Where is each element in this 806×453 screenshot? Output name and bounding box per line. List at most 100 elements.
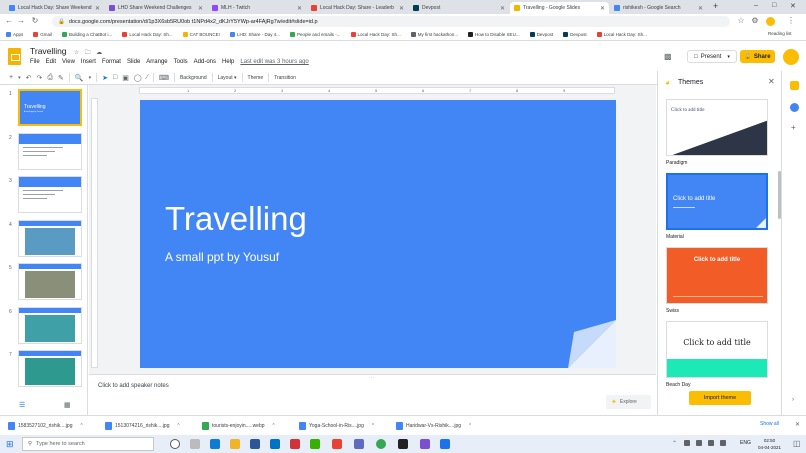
speaker-notes[interactable]: ⋯ Click to add speaker notes ✦ Explore (89, 374, 656, 409)
tray-icon[interactable] (696, 440, 702, 446)
slide-thumbnail[interactable]: Travelling A small ppt by Yousuf (18, 89, 82, 126)
filmstrip-view-icon[interactable]: ☰ (19, 401, 25, 409)
chevron-down-icon[interactable]: ▾ (18, 75, 21, 81)
shape-icon[interactable]: ◯ (134, 74, 142, 82)
tray-chevron-icon[interactable]: ⌃ (672, 440, 677, 447)
slide-thumbnail-row[interactable]: 3 (0, 176, 88, 218)
transition-button[interactable]: Transition (274, 75, 296, 81)
image-icon[interactable]: ▣ (122, 74, 129, 82)
download-item[interactable]: 1583527102_rishik....jpg ⌃ (0, 421, 97, 430)
slide-thumbnail-row[interactable]: 5 (0, 263, 88, 305)
maximize-icon[interactable]: □ (772, 2, 776, 9)
keep-icon[interactable] (790, 81, 799, 90)
move-folder-icon[interactable]: 🗀 (85, 50, 91, 56)
slides-logo-icon[interactable] (8, 48, 21, 65)
bookmark-item[interactable]: CAT BOUNCE! (182, 32, 220, 37)
close-icon[interactable]: ✕ (795, 421, 800, 428)
star-icon[interactable]: ☆ (74, 50, 79, 56)
text-box-icon[interactable]: □ (113, 74, 117, 81)
print-icon[interactable]: ⎙ (47, 74, 53, 82)
paint-format-icon[interactable]: ✎ (58, 74, 64, 82)
menu-add-ons[interactable]: Add-ons (194, 59, 216, 65)
tray-icon[interactable] (684, 440, 690, 446)
forward-icon[interactable]: → (16, 16, 26, 25)
bookmark-item[interactable]: People and emails -... (289, 32, 341, 37)
slide-thumbnail[interactable] (18, 350, 82, 387)
app-icon[interactable] (398, 439, 408, 449)
close-icon[interactable]: ✕ (698, 5, 703, 12)
mail-icon[interactable] (270, 439, 280, 449)
url-field[interactable]: 🔒 docs.google.com/presentation/d/1p3X6sb… (52, 16, 730, 27)
bookmark-item[interactable]: Devpost (563, 32, 587, 37)
new-slide-icon[interactable]: + (9, 74, 13, 81)
close-icon[interactable]: ✕ (399, 5, 404, 12)
bookmark-item[interactable]: LHD: Share - Day 4... (229, 32, 280, 37)
notifications-icon[interactable]: ◫ (793, 439, 801, 448)
grid-view-icon[interactable]: ▦ (64, 401, 71, 409)
download-item[interactable]: Haridwar-Vs-Rishik....jpg ⌃ (388, 421, 485, 430)
bookmark-item[interactable]: Apps (6, 32, 23, 37)
menu-file[interactable]: File (30, 59, 40, 65)
menu-arrange[interactable]: Arrange (146, 59, 167, 65)
close-icon[interactable]: ✕ (500, 5, 505, 12)
comment-icon[interactable]: ⌨ (159, 74, 169, 82)
explore-button[interactable]: ✦ Explore (606, 395, 651, 409)
theme-button[interactable]: Theme (248, 75, 264, 81)
close-icon[interactable]: ✕ (198, 5, 203, 12)
download-item[interactable]: tourists-enjoyin.....webp ⌃ (194, 421, 291, 430)
edge-icon[interactable] (210, 439, 220, 449)
menu-format[interactable]: Format (102, 59, 121, 65)
theme-beach-day[interactable]: Click to add title (666, 321, 768, 378)
background-button[interactable]: Background (180, 75, 207, 81)
task-view-icon[interactable] (190, 439, 200, 449)
language-indicator[interactable]: ENG (740, 440, 751, 446)
download-item[interactable]: Yoga-School-in-Ris....jpg ⌃ (291, 421, 388, 430)
select-cursor-icon[interactable]: ➤ (102, 74, 108, 82)
close-icon[interactable]: ✕ (95, 5, 100, 12)
taskbar-clock[interactable]: 02:50 04-04-2021 (758, 437, 781, 451)
slide-thumbnail[interactable] (18, 306, 82, 344)
bookmark-item[interactable]: My first hackathon... (410, 32, 458, 37)
notes-placeholder[interactable]: Click to add speaker notes (98, 383, 169, 389)
current-slide[interactable]: Travelling A small ppt by Yousuf (140, 100, 616, 368)
volume-icon[interactable] (720, 440, 726, 446)
present-button[interactable]: □ Present ▾ (687, 50, 737, 63)
cortana-icon[interactable] (170, 439, 180, 449)
app-icon[interactable] (440, 439, 450, 449)
windows-start-icon[interactable]: ⊞ (6, 439, 14, 450)
menu-tools[interactable]: Tools (174, 59, 188, 65)
bookmark-item[interactable]: How to Disable SEU... (468, 32, 520, 37)
browser-tab[interactable]: MLH - Twitch ✕ (208, 2, 306, 14)
download-item[interactable]: 1513074216_rishik....jpg ⌃ (97, 421, 194, 430)
browser-tab[interactable]: Travelling - Google Slides ✕ (510, 2, 609, 14)
new-tab-icon[interactable]: + (713, 1, 718, 11)
window-close-icon[interactable]: ✕ (790, 2, 796, 10)
browser-tab[interactable]: LHD Share Weekend Challenges ✕ (105, 2, 207, 14)
browser-tab[interactable]: Local Hack Day: Share Weekend ✕ (5, 2, 104, 14)
browser-tab[interactable]: Local Hack Day: Share - Leaderb ✕ (307, 2, 408, 14)
chrome-icon[interactable] (376, 439, 386, 449)
app-icon[interactable] (310, 439, 320, 449)
app-icon[interactable] (354, 439, 364, 449)
line-icon[interactable]: ∕ (147, 74, 148, 81)
slide-thumbnail[interactable] (18, 176, 82, 213)
theme-material[interactable]: Click to add title (666, 173, 768, 230)
doc-title[interactable]: Travelling ☆ 🗀 ☁ (30, 46, 102, 58)
minimize-icon[interactable]: – (754, 2, 758, 9)
bookmark-item[interactable]: Gmail (33, 32, 52, 37)
office-icon[interactable] (290, 439, 300, 449)
tasks-icon[interactable] (790, 103, 799, 112)
slide-title[interactable]: Travelling (165, 200, 307, 238)
app-icon[interactable] (332, 439, 342, 449)
profile-avatar[interactable] (766, 17, 775, 26)
menu-edit[interactable]: Edit (46, 59, 56, 65)
bookmark-item[interactable]: Local Hack Day: Sh... (596, 32, 647, 37)
slide-thumbnail[interactable] (18, 263, 82, 300)
chevron-down-icon[interactable]: ▾ (89, 75, 92, 81)
slide-thumbnail-row[interactable]: 6 (0, 306, 88, 349)
browser-tab[interactable]: Devpost ✕ (409, 2, 509, 14)
close-icon[interactable]: ✕ (297, 5, 302, 12)
share-button[interactable]: 🔒 Share (740, 50, 775, 63)
reload-icon[interactable]: ↻ (30, 16, 40, 25)
reading-list-link[interactable]: Reading list (768, 31, 792, 36)
